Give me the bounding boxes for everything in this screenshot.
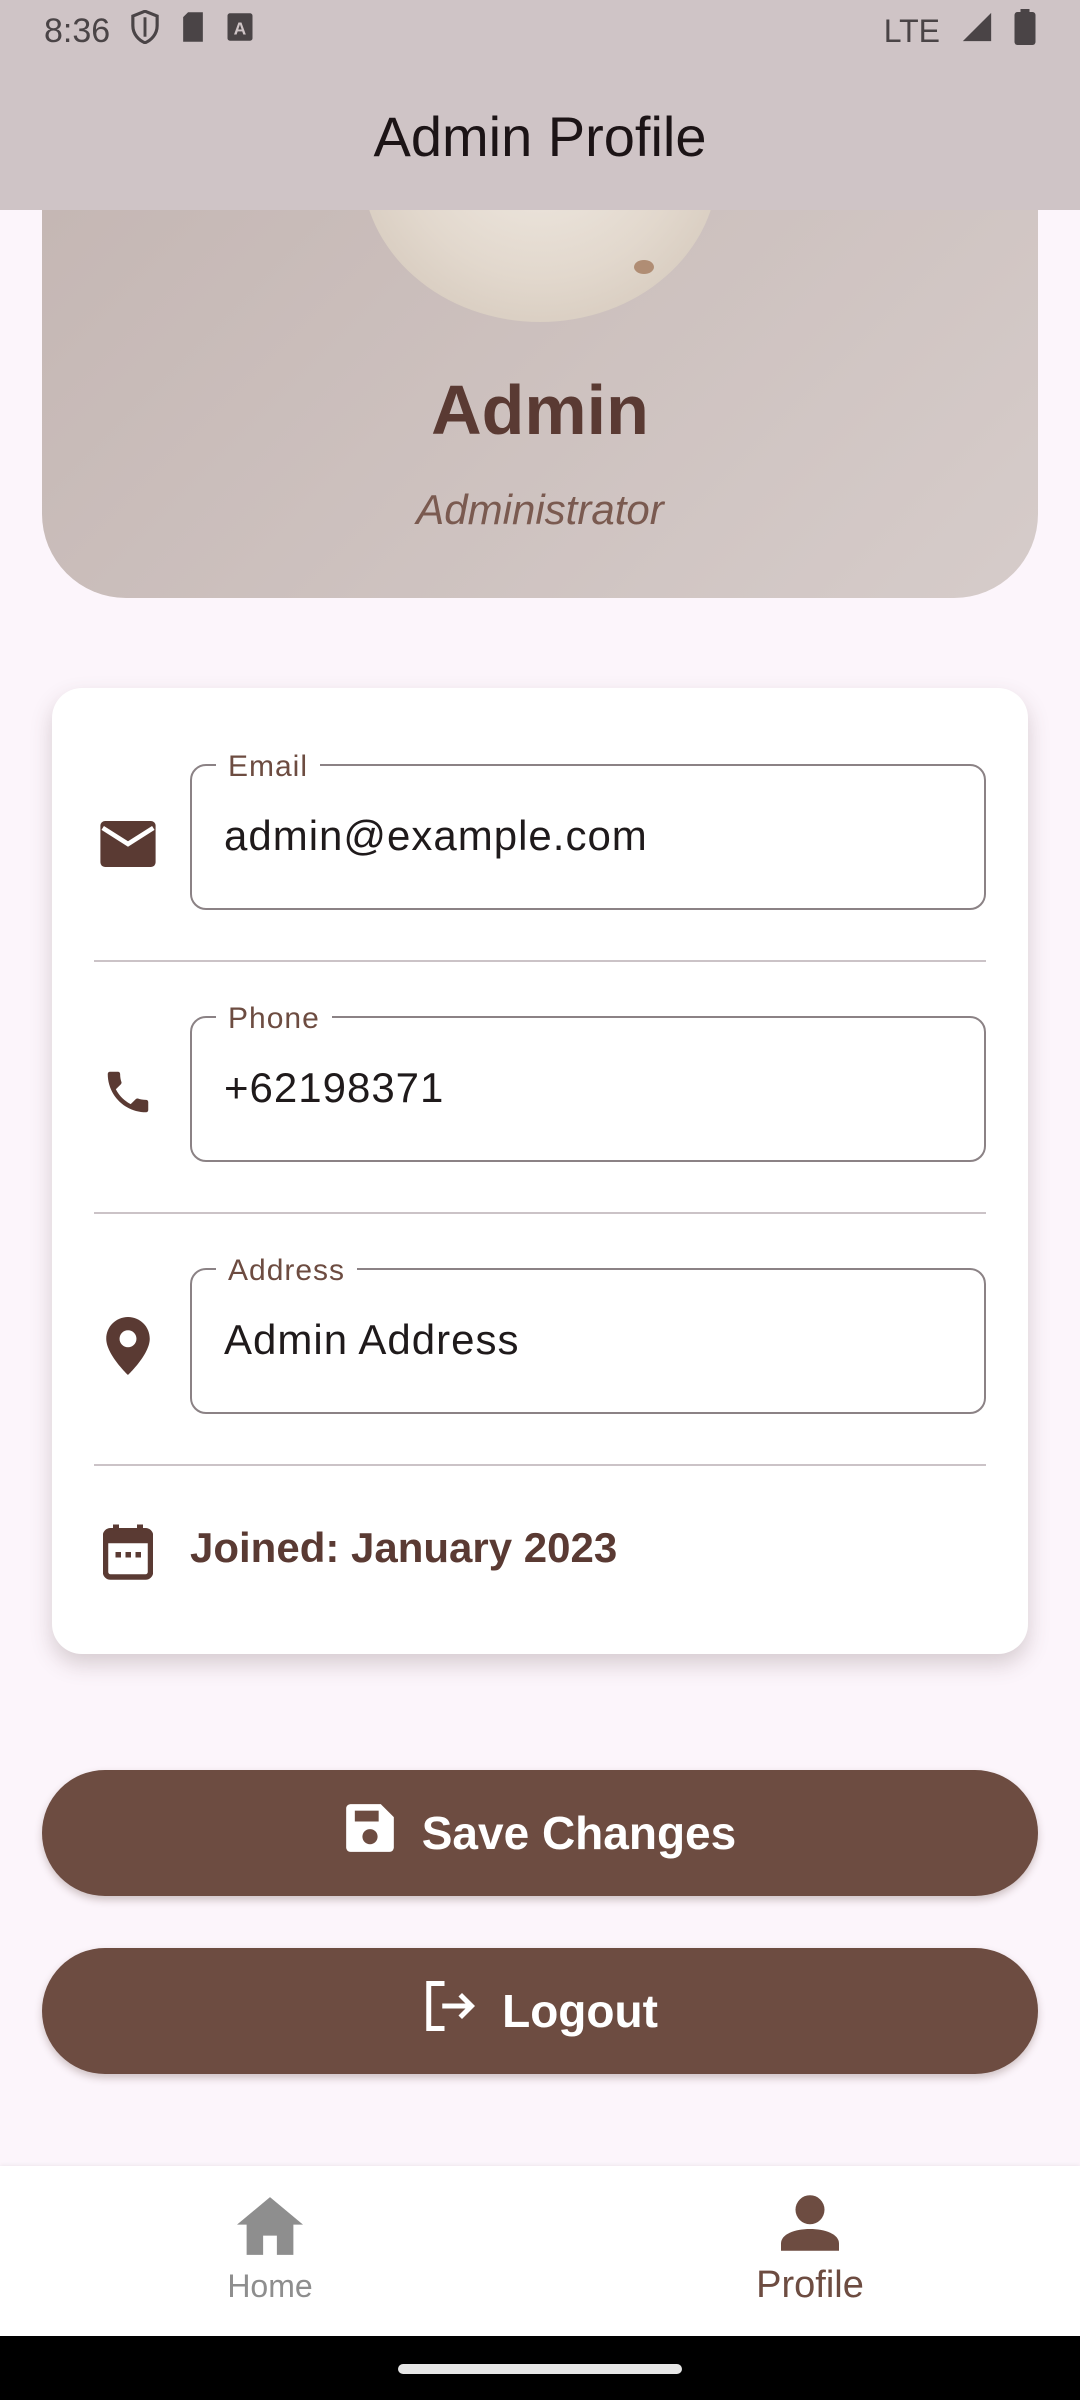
network-type: LTE	[883, 12, 940, 49]
shield-icon	[130, 9, 160, 53]
phone-label: Phone	[216, 1002, 332, 1036]
email-value[interactable]: admin@example.com	[224, 812, 648, 860]
nav-label-profile: Profile	[756, 2264, 864, 2306]
profile-header: Admin Administrator	[42, 150, 1038, 598]
logout-button[interactable]: Logout	[42, 1948, 1038, 2074]
email-label: Email	[216, 750, 321, 784]
joined-date: Joined: January 2023	[190, 1524, 618, 1571]
logout-icon	[422, 1979, 476, 2044]
save-button-label: Save Changes	[421, 1807, 737, 1859]
address-field[interactable]: Address Admin Address	[190, 1254, 986, 1414]
home-icon	[237, 2197, 303, 2260]
divider	[94, 1464, 986, 1466]
page-title: Admin Profile	[373, 104, 707, 168]
calendar-icon	[96, 1520, 160, 1584]
save-icon	[344, 1802, 396, 1865]
bottom-navigation: Home Profile	[0, 2166, 1080, 2336]
signal-icon	[960, 10, 994, 53]
profile-role: Administrator	[416, 486, 664, 533]
email-row: Email admin@example.com	[52, 688, 1028, 910]
phone-field[interactable]: Phone +62198371	[190, 1002, 986, 1162]
system-navigation-bar	[0, 2336, 1080, 2400]
status-bar: 8:36 A LTE	[0, 0, 1080, 62]
home-gesture-bar[interactable]	[398, 2364, 682, 2374]
email-field[interactable]: Email admin@example.com	[190, 750, 986, 910]
logout-button-label: Logout	[502, 1985, 658, 2037]
profile-info-card: Email admin@example.com Phone +62198371 …	[52, 688, 1028, 1654]
app-bar: Admin Profile	[0, 62, 1080, 210]
nav-label-home: Home	[227, 2268, 313, 2304]
mail-icon	[96, 812, 160, 876]
address-value[interactable]: Admin Address	[224, 1316, 519, 1364]
joined-row: Joined: January 2023	[52, 1500, 1028, 1600]
battery-icon	[1014, 8, 1036, 54]
font-icon: A	[226, 12, 254, 51]
profile-name: Admin	[431, 371, 649, 449]
status-time: 8:36	[44, 11, 111, 50]
status-right: LTE	[883, 8, 1036, 54]
status-left: 8:36 A	[44, 9, 254, 53]
sd-card-icon	[180, 11, 206, 52]
nav-item-profile[interactable]: Profile	[540, 2166, 1080, 2336]
location-pin-icon	[96, 1314, 160, 1378]
address-row: Address Admin Address	[52, 1192, 1028, 1414]
person-icon	[781, 2195, 839, 2256]
save-changes-button[interactable]: Save Changes	[42, 1770, 1038, 1896]
phone-row: Phone +62198371	[52, 940, 1028, 1162]
phone-value[interactable]: +62198371	[224, 1064, 444, 1112]
phone-icon	[96, 1060, 160, 1124]
address-label: Address	[216, 1254, 358, 1288]
nav-item-home[interactable]: Home	[0, 2166, 540, 2336]
svg-text:A: A	[234, 18, 247, 38]
